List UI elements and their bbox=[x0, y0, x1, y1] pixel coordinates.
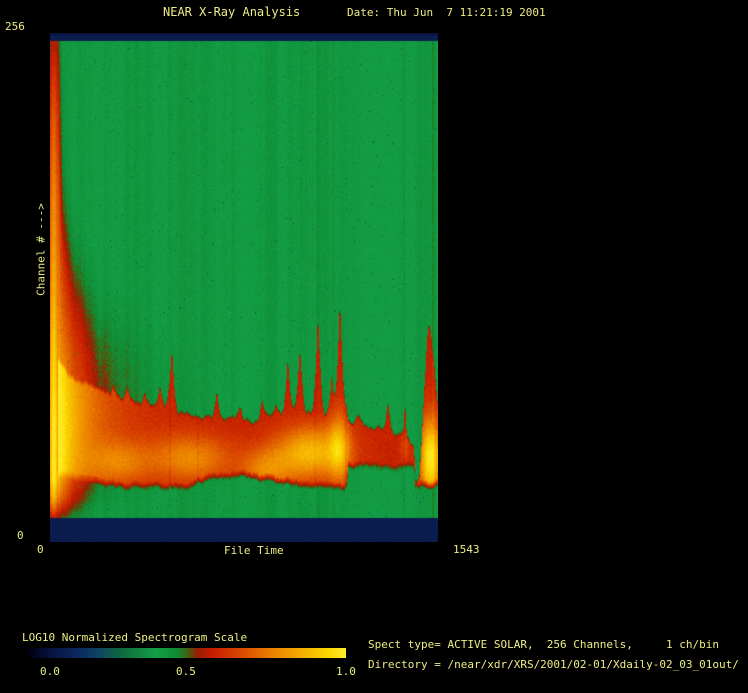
colorbar-tick-0: 0.0 bbox=[40, 665, 60, 678]
x-axis-max-label: 1543 bbox=[453, 543, 480, 556]
spectrogram-heatmap bbox=[50, 33, 438, 542]
y-axis-max-label: 256 bbox=[5, 20, 25, 33]
date-label: Date: Thu Jun 7 11:21:19 2001 bbox=[347, 6, 546, 19]
near-xray-analysis-window: NEAR X-Ray Analysis Date: Thu Jun 7 11:2… bbox=[0, 0, 748, 693]
y-axis-min-label: 0 bbox=[17, 529, 24, 542]
spect-type-line: Spect type= ACTIVE SOLAR, 256 Channels, … bbox=[368, 638, 719, 651]
colorbar-title: LOG10 Normalized Spectrogram Scale bbox=[22, 631, 248, 644]
directory-line: Directory = /near/xdr/XRS/2001/02-01/Xda… bbox=[368, 658, 739, 671]
page-title: NEAR X-Ray Analysis bbox=[163, 5, 301, 19]
colorbar-tick-1: 1.0 bbox=[336, 665, 356, 678]
colorbar-tick-05: 0.5 bbox=[176, 665, 196, 678]
x-axis-min-label: 0 bbox=[37, 543, 44, 556]
x-axis-title: File Time bbox=[224, 544, 284, 557]
y-axis-title: Channel # ---> bbox=[34, 203, 48, 296]
colorbar-gradient bbox=[28, 648, 346, 658]
